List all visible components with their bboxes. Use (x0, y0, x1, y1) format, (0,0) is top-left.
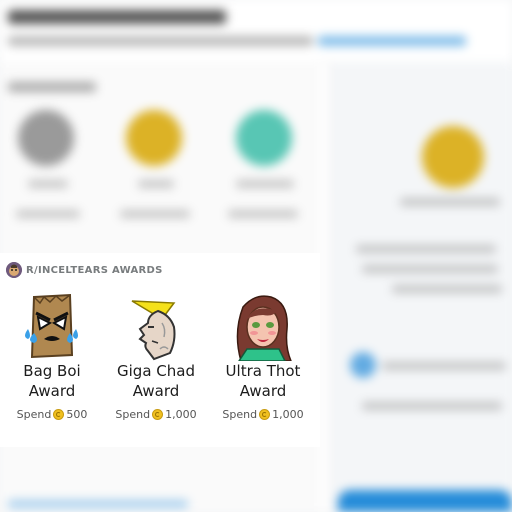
modal-link-placeholder (318, 36, 466, 46)
ultra-thot-award-icon (236, 295, 292, 361)
preview-desc-placeholder (356, 245, 496, 253)
section-label-placeholder (8, 82, 96, 92)
award-cost: Spend 1,000 (211, 408, 315, 421)
preview-name-placeholder (400, 198, 500, 206)
community-awards-title: R/INCELTEARS AWARDS (26, 264, 163, 276)
preview-desc-placeholder (392, 285, 502, 293)
gold-award-icon (126, 110, 182, 166)
info-text-placeholder (382, 362, 506, 370)
bag-boi-award-icon (25, 293, 78, 359)
award-cost-placeholder (120, 210, 190, 218)
footer-link-placeholder (8, 500, 188, 508)
platinum-award-icon (236, 110, 292, 166)
award-cost-placeholder (16, 210, 80, 218)
preview-desc-placeholder (362, 265, 498, 273)
spend-label: Spend (222, 408, 258, 421)
coin-icon (259, 409, 271, 420)
spend-label: Spend (115, 408, 151, 421)
community-awards-header: R/INCELTEARS AWARDS (6, 262, 163, 278)
award-name-placeholder (28, 180, 68, 188)
award-bag-boi[interactable]: Bag Boi Award Spend 500 (0, 293, 104, 443)
cost-value: 1,000 (272, 408, 304, 421)
giga-chad-award-icon (131, 300, 176, 361)
next-button[interactable] (338, 490, 512, 512)
award-giga-chad[interactable]: Giga Chad Award Spend 1,000 (104, 293, 208, 443)
modal-subtitle-placeholder (8, 36, 313, 46)
silver-award-icon (18, 110, 74, 166)
award-cost-placeholder (228, 210, 298, 218)
award-ultra-thot[interactable]: Ultra Thot Award Spend 1,000 (211, 293, 315, 443)
award-cost: Spend 1,000 (104, 408, 208, 421)
award-name: Bag Boi Award (23, 362, 81, 400)
info-text-placeholder (362, 402, 502, 410)
selected-award-preview-icon (422, 126, 484, 188)
award-name-placeholder (236, 180, 294, 188)
modal-title-placeholder (8, 10, 226, 24)
coin-icon (152, 409, 164, 420)
award-cost: Spend 500 (0, 408, 104, 421)
award-name: Giga Chad Award (117, 362, 195, 400)
cost-value: 1,000 (165, 408, 197, 421)
cost-value: 500 (66, 408, 88, 421)
community-awards-panel: R/INCELTEARS AWARDS Bag Boi Award Spend … (0, 253, 320, 447)
award-name-placeholder (138, 180, 174, 188)
subreddit-icon (6, 262, 22, 278)
award-name: Ultra Thot Award (225, 362, 301, 400)
info-badge (350, 352, 376, 378)
spend-label: Spend (16, 408, 52, 421)
coin-icon (53, 409, 65, 420)
